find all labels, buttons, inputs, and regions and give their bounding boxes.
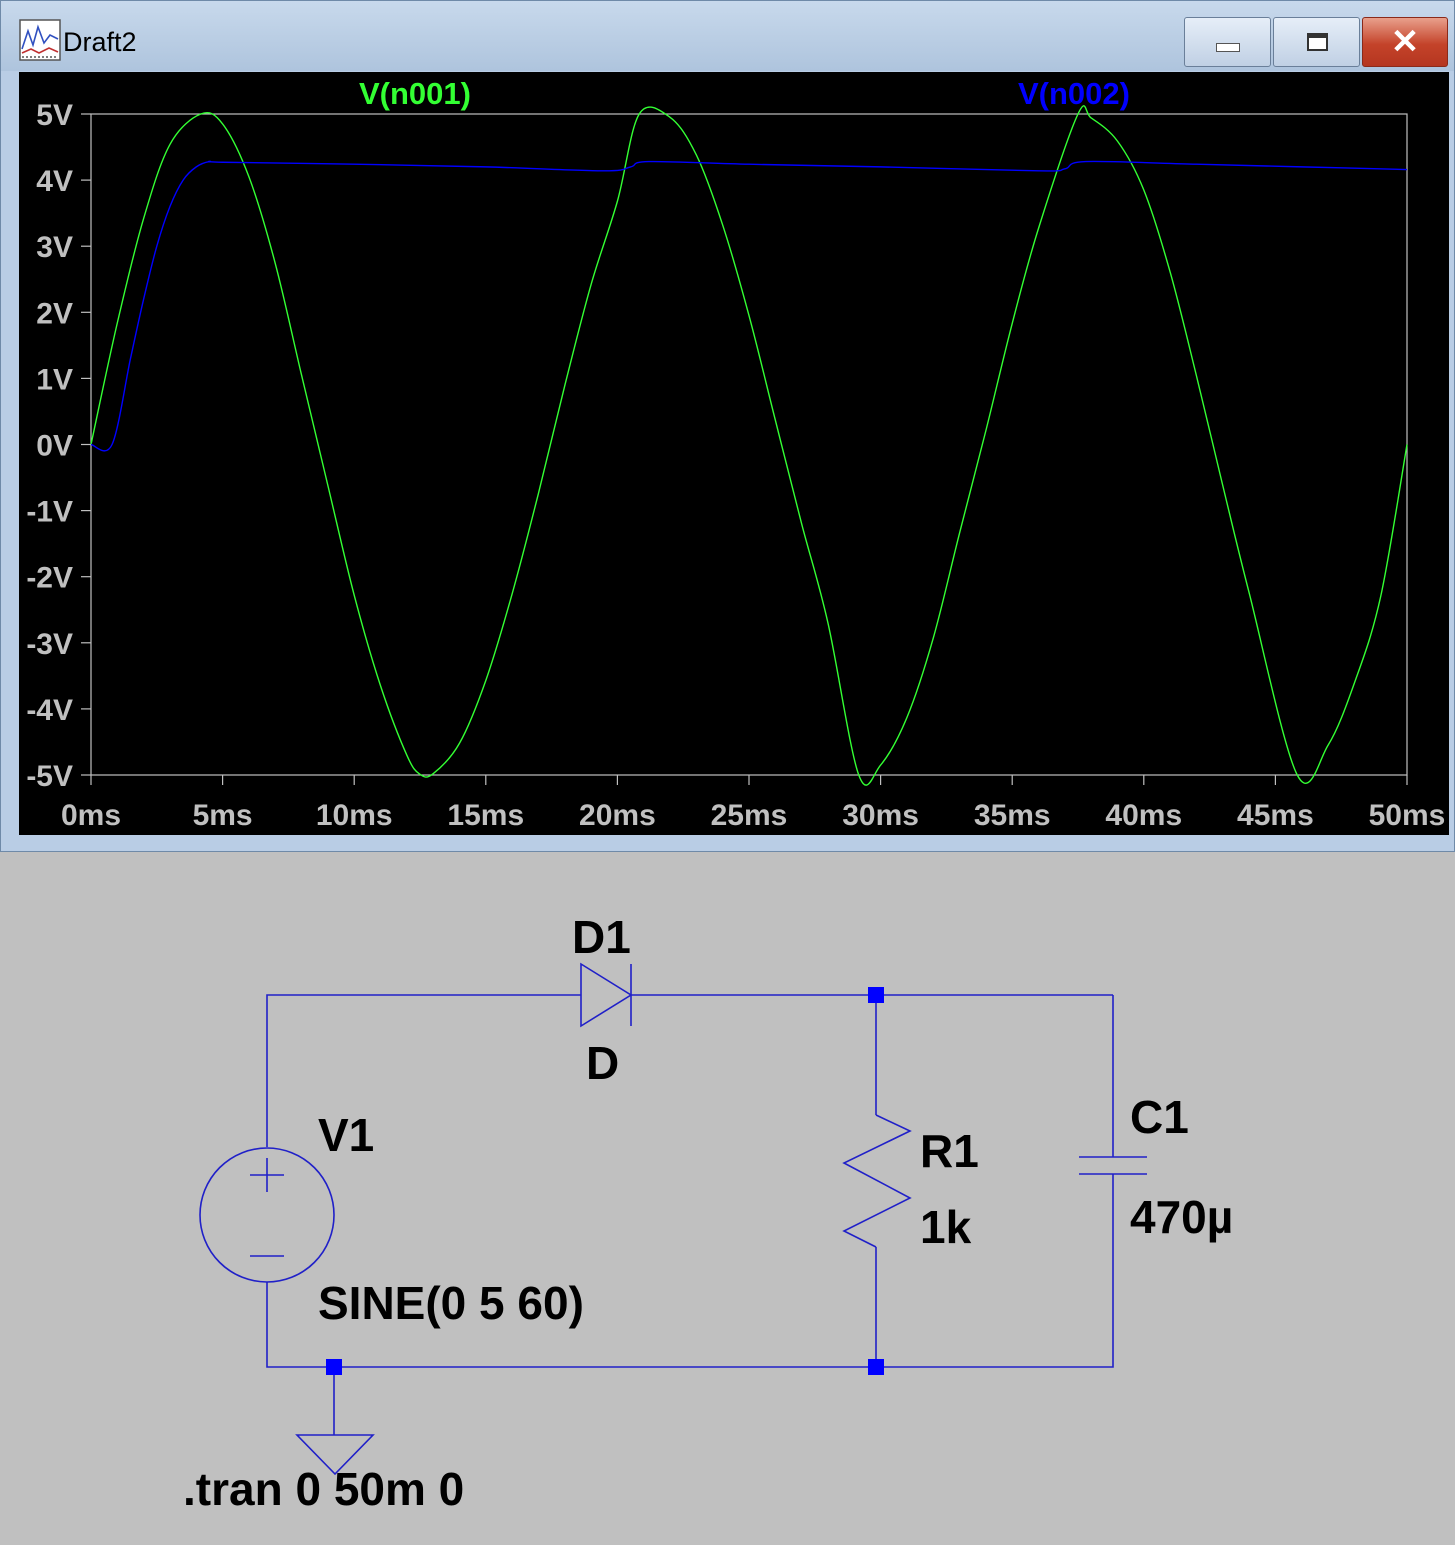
- minimize-button[interactable]: [1184, 17, 1271, 67]
- diode-ref-label[interactable]: D1: [572, 910, 631, 964]
- junction-node-ground: [326, 1359, 342, 1375]
- plot-pane[interactable]: V(n001) V(n002) 5V 4V 3V 2V 1V 0V -1V -2V -3V -4V…: [19, 72, 1449, 835]
- x-tick-label: 25ms: [711, 799, 788, 832]
- capacitor-value-label[interactable]: 470µ: [1130, 1190, 1233, 1244]
- x-tick-label: 35ms: [974, 799, 1051, 832]
- y-tick-label: -5V: [26, 760, 73, 793]
- x-tick-label: 40ms: [1105, 799, 1182, 832]
- capacitor-symbol: [1079, 1156, 1147, 1175]
- schematic-canvas[interactable]: D1 D V1 SINE(0 5 60) R1 1k C1 470µ .tran…: [0, 852, 1455, 1540]
- y-tick-label: 2V: [36, 297, 73, 330]
- wire-source-to-diode: [266, 994, 581, 1147]
- waveform-window: Draft2 ✕ V(n001) V(n002) 5V 4V 3V 2V 1V 0V -1V…: [0, 0, 1455, 852]
- resistor-symbol: [842, 1114, 912, 1248]
- y-tick-label: 1V: [36, 363, 73, 396]
- x-tick-label: 0ms: [61, 799, 121, 832]
- window-titlebar[interactable]: Draft2 ✕: [1, 1, 1454, 71]
- y-tick-label: -1V: [26, 496, 73, 529]
- series-line-2: [90, 160, 1408, 452]
- source-value-label[interactable]: SINE(0 5 60): [318, 1276, 584, 1330]
- close-button[interactable]: ✕: [1362, 17, 1448, 67]
- voltage-source-symbol: [199, 1147, 335, 1283]
- y-tick-label: -2V: [26, 562, 73, 595]
- minimize-icon: [1216, 43, 1240, 52]
- wire-capacitor-bottom: [266, 1174, 1114, 1368]
- plot-frame: [90, 113, 1408, 776]
- y-tick-label: -3V: [26, 628, 73, 661]
- maximize-icon: [1307, 33, 1328, 51]
- window-title: Draft2: [63, 27, 137, 57]
- y-tick-label: -4V: [26, 694, 73, 727]
- x-tick-label: 30ms: [842, 799, 919, 832]
- resistor-ref-label[interactable]: R1: [920, 1124, 979, 1178]
- waveform-viewer-icon: [19, 19, 61, 61]
- junction-node-top: [868, 987, 884, 1003]
- schematic-drawing: [199, 962, 1147, 1476]
- diode-symbol: [580, 962, 633, 1028]
- series-line-1: [90, 105, 1408, 786]
- junction-node-bottom: [868, 1359, 884, 1375]
- tran-directive[interactable]: .tran 0 50m 0: [183, 1462, 464, 1516]
- y-tick-label: 0V: [36, 430, 73, 463]
- close-icon: ✕: [1390, 23, 1420, 61]
- y-tick-label: 3V: [36, 231, 73, 264]
- y-tick-label: 4V: [36, 165, 73, 198]
- y-tick-label: 5V: [36, 99, 73, 132]
- x-tick-label: 5ms: [193, 799, 253, 832]
- x-tick-label: 15ms: [447, 799, 524, 832]
- x-tick-label: 20ms: [579, 799, 656, 832]
- maximize-button[interactable]: [1273, 17, 1360, 67]
- capacitor-ref-label[interactable]: C1: [1130, 1090, 1189, 1144]
- diode-value-label[interactable]: D: [586, 1036, 619, 1090]
- source-ref-label[interactable]: V1: [318, 1108, 374, 1162]
- resistor-value-label[interactable]: 1k: [920, 1200, 971, 1254]
- x-tick-label: 45ms: [1237, 799, 1314, 832]
- waveform-plot: 5V 4V 3V 2V 1V 0V -1V -2V -3V -4V -5V 0ms 5ms 10ms 15m…: [26, 99, 1446, 832]
- x-tick-label: 10ms: [316, 799, 393, 832]
- x-tick-label: 50ms: [1369, 799, 1446, 832]
